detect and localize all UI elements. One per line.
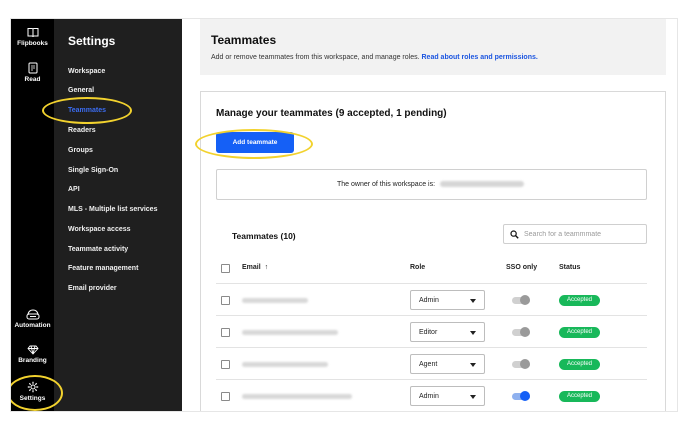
email-redacted xyxy=(242,362,328,367)
role-select[interactable]: Agent xyxy=(410,354,485,374)
email-redacted xyxy=(242,330,338,335)
role-value: Editor xyxy=(419,329,438,336)
row-divider xyxy=(216,283,647,284)
icon-rail: Flipbooks Read Automation Branding Setti… xyxy=(11,19,54,411)
page-title: Teammates xyxy=(211,33,277,47)
nav-item-readers[interactable]: Readers xyxy=(68,127,96,134)
robot-icon xyxy=(26,309,39,320)
book-icon xyxy=(27,28,38,38)
caret-down-icon xyxy=(470,331,476,335)
owner-box: The owner of this workspace is: xyxy=(216,169,647,200)
nav-item-general[interactable]: General xyxy=(68,87,94,94)
column-status: Status xyxy=(559,264,581,271)
nav-item-single-sign-on[interactable]: Single Sign-On xyxy=(68,167,118,174)
caret-down-icon xyxy=(470,363,476,367)
toggle-knob xyxy=(520,295,530,305)
row-checkbox[interactable] xyxy=(221,296,230,305)
search-icon xyxy=(510,230,519,239)
owner-text: The owner of this workspace is: xyxy=(337,181,524,188)
rail-item-branding[interactable]: Branding xyxy=(11,345,54,364)
role-select[interactable]: Admin xyxy=(410,290,485,310)
rail-item-read[interactable]: Read xyxy=(11,62,54,83)
owner-label: The owner of this workspace is: xyxy=(337,181,436,188)
role-select[interactable]: Editor xyxy=(410,322,485,342)
nav-item-feature-management[interactable]: Feature management xyxy=(68,265,138,272)
column-email-label: Email xyxy=(242,264,261,271)
caret-down-icon xyxy=(470,299,476,303)
row-checkbox[interactable] xyxy=(221,328,230,337)
app-window: Flipbooks Read Automation Branding Setti… xyxy=(10,18,678,412)
caret-down-icon xyxy=(470,395,476,399)
highlight-add-teammate xyxy=(195,129,313,159)
nav-item-groups[interactable]: Groups xyxy=(68,147,93,154)
status-badge: Accepted xyxy=(559,295,600,306)
rail-label: Branding xyxy=(18,357,47,364)
subtitle-text: Add or remove teammates from this worksp… xyxy=(211,54,420,61)
email-redacted xyxy=(242,298,308,303)
status-badge: Accepted xyxy=(559,391,600,402)
teammates-count: Teammates (10) xyxy=(232,231,296,241)
row-divider xyxy=(216,379,647,380)
nav-item-api[interactable]: API xyxy=(68,186,80,193)
search-box xyxy=(503,224,647,244)
column-role: Role xyxy=(410,264,426,271)
rail-label: Flipbooks xyxy=(17,40,48,47)
row-divider xyxy=(216,347,647,348)
sort-arrow-icon: ↑ xyxy=(264,264,269,271)
card-title: Manage your teammates (9 accepted, 1 pen… xyxy=(216,108,447,119)
owner-email-redacted xyxy=(440,181,524,188)
search-input[interactable] xyxy=(524,227,642,241)
row-checkbox[interactable] xyxy=(221,360,230,369)
rail-item-automation[interactable]: Automation xyxy=(11,308,54,329)
rail-label: Read xyxy=(24,76,41,83)
sso-toggle[interactable] xyxy=(512,359,530,369)
role-select[interactable]: Admin xyxy=(410,386,485,406)
nav-item-workspace-access[interactable]: Workspace access xyxy=(68,226,131,233)
main-content: Teammates Add or remove teammates from t… xyxy=(182,19,677,411)
page-subtitle: Add or remove teammates from this worksp… xyxy=(211,54,538,61)
nav-item-email-provider[interactable]: Email provider xyxy=(68,285,117,292)
column-sso: SSO only xyxy=(506,264,538,271)
role-value: Admin xyxy=(419,393,439,400)
highlight-teammates xyxy=(42,97,132,124)
roles-permissions-link[interactable]: Read about roles and permissions. xyxy=(422,54,538,61)
sso-toggle[interactable] xyxy=(512,295,530,305)
row-divider xyxy=(216,315,647,316)
toggle-knob xyxy=(520,359,530,369)
page-header: Teammates Add or remove teammates from t… xyxy=(200,19,666,75)
diamond-icon xyxy=(26,345,39,355)
nav-item-workspace[interactable]: Workspace xyxy=(68,68,105,75)
settings-nav: Settings Workspace General Teammates Rea… xyxy=(54,19,182,411)
nav-item-teammate-activity[interactable]: Teammate activity xyxy=(68,246,128,253)
sso-toggle[interactable] xyxy=(512,327,530,337)
rail-label: Automation xyxy=(14,322,51,329)
rail-item-flipbooks[interactable]: Flipbooks xyxy=(11,27,54,47)
nav-item-mls[interactable]: MLS - Multiple list services xyxy=(68,206,157,213)
status-badge: Accepted xyxy=(559,327,600,338)
toggle-knob xyxy=(520,327,530,337)
toggle-knob xyxy=(520,391,530,401)
select-all-checkbox[interactable] xyxy=(221,264,230,273)
nav-title: Settings xyxy=(68,34,116,48)
sso-toggle[interactable] xyxy=(512,391,530,401)
role-value: Agent xyxy=(419,361,438,368)
status-badge: Accepted xyxy=(559,359,600,370)
role-value: Admin xyxy=(419,297,439,304)
document-icon xyxy=(28,62,37,74)
email-redacted xyxy=(242,394,352,399)
column-email[interactable]: Email ↑ xyxy=(242,264,268,271)
row-checkbox[interactable] xyxy=(221,392,230,401)
